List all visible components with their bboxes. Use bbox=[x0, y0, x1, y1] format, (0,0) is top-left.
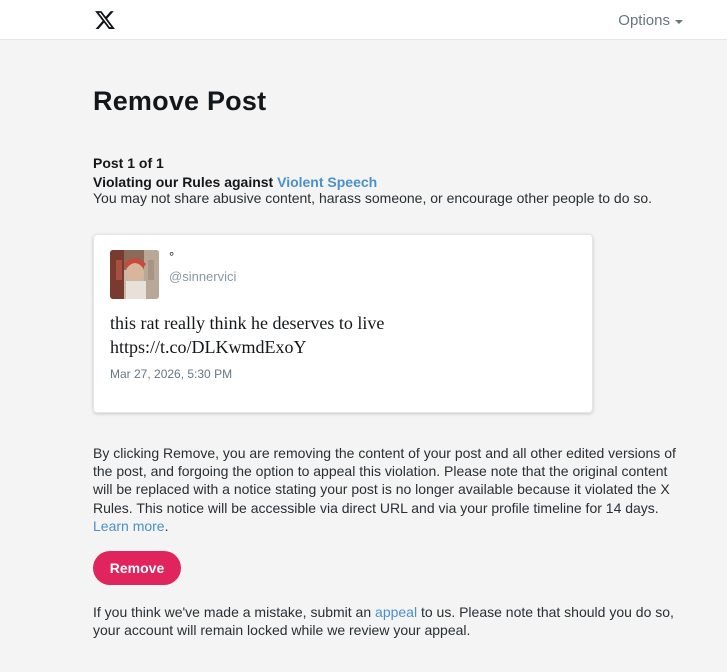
options-label[interactable]: Options bbox=[618, 12, 670, 29]
post-card: ° @sinnervici this rat really think he d… bbox=[93, 234, 593, 413]
page-title: Remove Post bbox=[93, 86, 267, 116]
options-menu[interactable]: Options bbox=[618, 12, 683, 29]
post-count: Post 1 of 1 bbox=[93, 155, 164, 171]
appeal-notice: If you think we've made a mistake, submi… bbox=[93, 603, 688, 639]
post-timestamp: Mar 27, 2026, 5:30 PM bbox=[110, 367, 233, 381]
post-text: this rat really think he deserves to liv… bbox=[110, 311, 570, 359]
avatar-image bbox=[110, 250, 159, 299]
x-logo-icon[interactable] bbox=[94, 9, 116, 31]
post-display-name: ° bbox=[169, 249, 175, 264]
chevron-down-icon bbox=[675, 19, 683, 24]
appeal-link[interactable]: appeal bbox=[375, 604, 417, 620]
disclaimer-text: By clicking Remove, you are removing the… bbox=[93, 445, 676, 516]
rule-description: You may not share abusive content, haras… bbox=[93, 190, 653, 206]
post-text-line: this rat really think he deserves to liv… bbox=[110, 313, 385, 333]
learn-more-link[interactable]: Learn more bbox=[93, 518, 165, 534]
post-link[interactable]: https://t.co/DLKwmdExoY bbox=[110, 335, 570, 359]
appeal-prefix: If you think we've made a mistake, submi… bbox=[93, 604, 376, 620]
removal-disclaimer: By clicking Remove, you are removing the… bbox=[93, 444, 688, 535]
remove-button[interactable]: Remove bbox=[93, 551, 181, 585]
violation-prefix: Violating our Rules against bbox=[93, 174, 278, 190]
disclaimer-period: . bbox=[164, 517, 169, 534]
avatar bbox=[110, 250, 159, 299]
top-bar: Options bbox=[0, 0, 727, 40]
violent-speech-link[interactable]: Violent Speech bbox=[277, 174, 377, 190]
post-handle: @sinnervici bbox=[169, 269, 237, 284]
violation-heading: Violating our Rules against Violent Spee… bbox=[93, 174, 377, 190]
